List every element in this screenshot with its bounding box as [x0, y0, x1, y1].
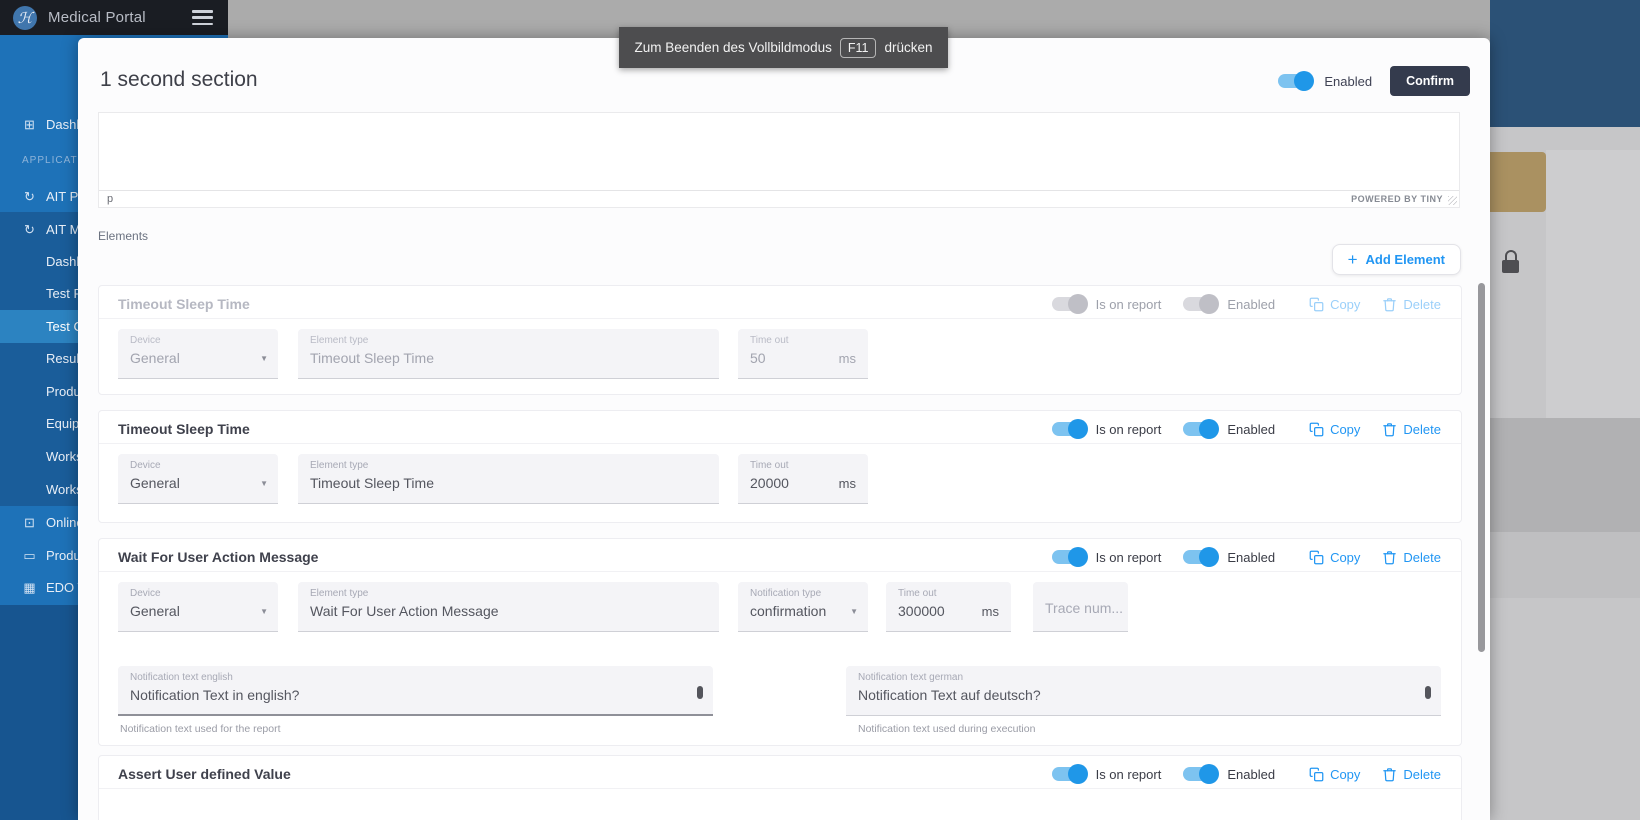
device-select[interactable]: Device General ▼ — [118, 454, 278, 504]
chevron-down-icon: ▼ — [260, 607, 268, 616]
element-card-timeout-sleep: Timeout Sleep Time Is on report Enabled … — [98, 410, 1462, 523]
trash-icon — [1382, 767, 1397, 782]
sync-icon: ↻ — [22, 189, 37, 205]
section-modal: 1 second section Enabled Confirm p POWER… — [78, 38, 1490, 820]
copy-button[interactable]: Copy — [1309, 767, 1360, 782]
timeout-field[interactable]: Time out 300000 ms — [886, 582, 1011, 632]
dimmed-backdrop-right — [1490, 0, 1640, 820]
delete-button[interactable]: Delete — [1382, 550, 1441, 565]
dashboard-icon: ⊞ — [22, 117, 37, 133]
text-cursor-marker-icon — [697, 686, 703, 699]
add-element-button[interactable]: + Add Element — [1332, 244, 1461, 275]
hamburger-menu-icon[interactable] — [192, 10, 213, 25]
trash-icon — [1382, 550, 1397, 565]
is-on-report-toggle[interactable] — [1052, 550, 1086, 564]
is-on-report-toggle[interactable] — [1052, 422, 1086, 436]
copy-button[interactable]: Copy — [1309, 550, 1360, 565]
english-helper-text: Notification text used for the report — [120, 723, 281, 735]
element-type-field[interactable]: Element type Wait For User Action Messag… — [298, 582, 719, 632]
timeout-field[interactable]: Time out 50 ms — [738, 329, 868, 379]
section-enabled-label: Enabled — [1324, 74, 1372, 89]
fullscreen-exit-toast: Zum Beenden des Vollbildmodus F11 drücke… — [619, 27, 948, 68]
app-logo: ℋ — [13, 6, 37, 30]
app-header: ℋ Medical Portal — [0, 0, 228, 35]
is-on-report-toggle[interactable] — [1052, 767, 1086, 781]
delete-button[interactable]: Delete — [1382, 422, 1441, 437]
trash-icon — [1382, 297, 1397, 312]
copy-icon — [1309, 297, 1324, 312]
enabled-toggle[interactable] — [1183, 422, 1217, 436]
device-select[interactable]: Device General ▼ — [118, 582, 278, 632]
copy-icon — [1309, 550, 1324, 565]
plus-icon: + — [1348, 251, 1358, 268]
background-panel — [1546, 150, 1640, 420]
card-title: Wait For User Action Message — [118, 549, 1052, 565]
element-type-field[interactable]: Element type Timeout Sleep Time — [298, 454, 719, 504]
delete-button[interactable]: Delete — [1382, 297, 1441, 312]
is-on-report-toggle[interactable] — [1052, 297, 1086, 311]
timeout-field[interactable]: Time out 20000 ms — [738, 454, 868, 504]
background-gray-band-2 — [1490, 532, 1640, 598]
grid-icon: ▦ — [22, 580, 37, 596]
editor-status-bar: p POWERED BY TINY — [99, 190, 1459, 207]
enabled-toggle[interactable] — [1183, 297, 1217, 311]
background-tan-card — [1490, 152, 1546, 212]
screen: ℋ Medical Portal ⊞ Dashb APPLICATIONS ↻ … — [0, 0, 1640, 820]
notification-text-german-field[interactable]: Notification text german Notification Te… — [846, 666, 1441, 716]
enabled-toggle[interactable] — [1183, 550, 1217, 564]
monitor-icon: ⊡ — [22, 515, 37, 531]
device-select[interactable]: Device General ▼ — [118, 329, 278, 379]
chevron-down-icon: ▼ — [850, 607, 858, 616]
elements-label: Elements — [98, 229, 148, 243]
chevron-down-icon: ▼ — [260, 479, 268, 488]
sync-icon: ↻ — [22, 222, 37, 238]
section-enabled-toggle[interactable] — [1278, 74, 1312, 88]
card-title: Timeout Sleep Time — [118, 296, 1052, 312]
trace-number-field[interactable]: Trace num... — [1033, 582, 1128, 632]
confirm-button[interactable]: Confirm — [1390, 66, 1470, 96]
text-cursor-marker-icon — [1425, 686, 1431, 699]
element-card-assert-user-value: Assert User defined Value Is on report E… — [98, 755, 1462, 820]
card-title: Timeout Sleep Time — [118, 421, 1052, 437]
element-type-field[interactable]: Element type Timeout Sleep Time — [298, 329, 719, 379]
chevron-down-icon: ▼ — [260, 354, 268, 363]
copy-icon — [1309, 422, 1324, 437]
editor-resize-handle[interactable] — [1448, 196, 1457, 205]
background-banner — [1490, 0, 1640, 127]
german-helper-text: Notification text used during execution — [858, 723, 1035, 735]
trash-icon — [1382, 422, 1397, 437]
page-title: 1 second section — [100, 68, 258, 92]
copy-icon — [1309, 767, 1324, 782]
delete-button[interactable]: Delete — [1382, 767, 1441, 782]
copy-button[interactable]: Copy — [1309, 297, 1360, 312]
lock-icon — [1502, 250, 1520, 276]
f11-key-badge: F11 — [840, 38, 877, 58]
copy-button[interactable]: Copy — [1309, 422, 1360, 437]
element-card-wait-user-action: Wait For User Action Message Is on repor… — [98, 538, 1462, 746]
notification-text-english-field[interactable]: Notification text english Notification T… — [118, 666, 713, 716]
modal-scrollbar-thumb[interactable] — [1478, 283, 1485, 652]
element-card-timeout-sleep-disabled: Timeout Sleep Time Is on report Enabled … — [98, 285, 1462, 395]
enabled-toggle[interactable] — [1183, 767, 1217, 781]
notification-type-select[interactable]: Notification type confirmation ▼ — [738, 582, 868, 632]
app-title: Medical Portal — [48, 9, 146, 26]
rich-text-editor[interactable]: p POWERED BY TINY — [98, 112, 1460, 208]
editor-element-path: p — [107, 193, 113, 205]
card-title: Assert User defined Value — [118, 766, 1052, 782]
background-gray-band — [1490, 418, 1640, 532]
editor-branding: POWERED BY TINY — [1351, 194, 1443, 204]
tag-icon: ▭ — [22, 548, 37, 564]
